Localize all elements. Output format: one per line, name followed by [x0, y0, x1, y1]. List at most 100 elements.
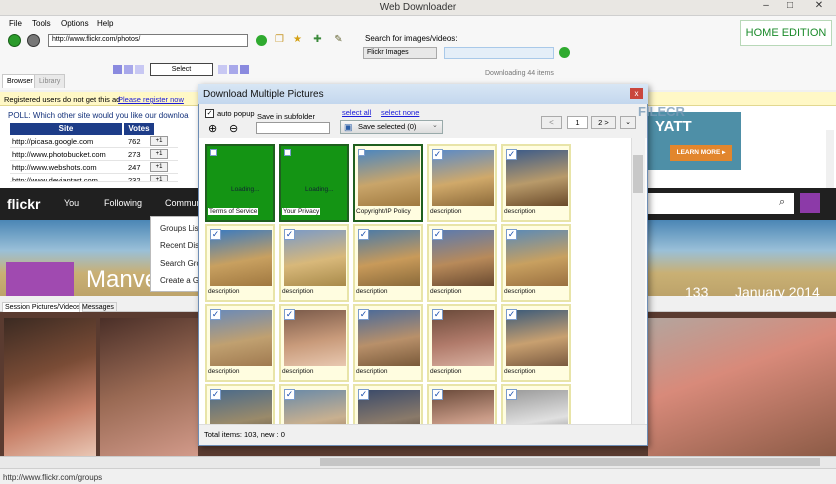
select-checkbox[interactable]: ✓: [506, 309, 517, 320]
select-checkbox[interactable]: ✓: [506, 149, 517, 160]
dialog-close-icon[interactable]: x: [630, 88, 643, 99]
picture-thumbnail[interactable]: [358, 150, 420, 206]
star-icon[interactable]: ★: [292, 34, 303, 46]
vote-button[interactable]: +1: [150, 162, 168, 172]
menu-file[interactable]: File: [9, 19, 22, 28]
chevron-down-icon[interactable]: ⌄: [432, 121, 438, 129]
dropdown-item[interactable]: Recent Dis: [160, 241, 199, 250]
select-checkbox[interactable]: ✓: [432, 389, 443, 400]
select-checkbox[interactable]: ✓: [284, 229, 295, 240]
back-icon[interactable]: [8, 34, 21, 47]
picture-cell[interactable]: ✓ description: [501, 304, 571, 382]
picture-cell[interactable]: ✓ description: [205, 224, 275, 302]
url-input[interactable]: http://www.flickr.com/photos/: [48, 34, 248, 47]
select-checkbox[interactable]: ✓: [432, 149, 443, 160]
register-link[interactable]: Please register now: [118, 95, 184, 104]
auto-popup-checkbox[interactable]: ✓: [205, 109, 214, 118]
nav-following[interactable]: Following: [104, 198, 142, 208]
ad-learn-more-button[interactable]: LEARN MORE ▸: [670, 145, 732, 161]
picture-cell[interactable]: ✓ description: [427, 224, 497, 302]
select-checkbox[interactable]: ✓: [210, 229, 221, 240]
select-checkbox[interactable]: ✓: [358, 389, 369, 400]
dropdown-item[interactable]: Create a G: [160, 276, 199, 285]
search-icon[interactable]: ⌕: [779, 196, 785, 209]
select-checkbox[interactable]: [358, 149, 365, 156]
tab-browser[interactable]: Browser: [2, 74, 38, 88]
horizontal-scroll-thumb[interactable]: [320, 458, 820, 466]
vote-button[interactable]: +1: [150, 136, 168, 146]
tool-icon[interactable]: ✎: [333, 34, 344, 46]
select-checkbox[interactable]: ✓: [284, 309, 295, 320]
select-checkbox[interactable]: ✓: [506, 389, 517, 400]
session-photo[interactable]: [100, 318, 198, 456]
stop-icon[interactable]: [27, 34, 40, 47]
close-button[interactable]: ✕: [802, 0, 836, 14]
picture-cell[interactable]: ✓ description: [353, 224, 423, 302]
select-left-icon[interactable]: [113, 65, 122, 74]
search-input[interactable]: [444, 47, 554, 59]
subfolder-input[interactable]: [256, 122, 330, 134]
picture-cell[interactable]: ✓ description: [205, 304, 275, 382]
select-left-icon-2[interactable]: [124, 65, 133, 74]
picture-thumbnail[interactable]: [210, 150, 272, 206]
select-checkbox[interactable]: ✓: [210, 309, 221, 320]
picture-cell[interactable]: ✓ description: [279, 224, 349, 302]
dropdown-item[interactable]: Search Gro: [160, 259, 201, 268]
grid-scroll-thumb[interactable]: [633, 155, 643, 193]
picture-cell[interactable]: Loading... Your Privacy: [279, 144, 349, 222]
plugin-icon[interactable]: ✚: [312, 34, 323, 46]
save-selected-button[interactable]: Save selected (0): [340, 120, 443, 134]
select-left-icon-3[interactable]: [135, 65, 144, 74]
picture-cell[interactable]: ✓ description: [501, 144, 571, 222]
more-pages-icon[interactable]: ⌄: [620, 116, 636, 129]
select-checkbox[interactable]: ✓: [358, 229, 369, 240]
select-none-link[interactable]: select none: [381, 108, 419, 117]
picture-cell[interactable]: ✓: [501, 384, 571, 424]
select-checkbox[interactable]: ✓: [432, 309, 443, 320]
picture-cell[interactable]: ✓: [427, 384, 497, 424]
select-checkbox[interactable]: ✓: [358, 309, 369, 320]
nav-community[interactable]: Commun: [165, 198, 202, 208]
picture-thumbnail[interactable]: [284, 150, 346, 206]
select-checkbox[interactable]: ✓: [506, 229, 517, 240]
nav-you[interactable]: You: [64, 198, 79, 208]
select-button[interactable]: Select: [150, 63, 213, 76]
select-checkbox[interactable]: [210, 149, 217, 156]
menu-tools[interactable]: Tools: [32, 19, 51, 28]
search-source-select[interactable]: Flickr Images: [363, 47, 437, 59]
picture-cell[interactable]: Copyright/IP Policy: [353, 144, 423, 222]
session-photo[interactable]: [4, 318, 96, 456]
zoom-in-icon[interactable]: ⊕: [208, 122, 217, 135]
picture-cell[interactable]: ✓ description: [427, 144, 497, 222]
select-right-icon[interactable]: [218, 65, 227, 74]
zoom-out-icon[interactable]: ⊖: [229, 122, 238, 135]
select-right-icon-2[interactable]: [229, 65, 238, 74]
flickr-search-input[interactable]: [646, 193, 794, 214]
picture-cell[interactable]: Loading... Terms of Service: [205, 144, 275, 222]
next-page-button[interactable]: 2 >: [591, 116, 616, 129]
select-checkbox[interactable]: ✓: [210, 389, 221, 400]
prev-page-button[interactable]: <: [541, 116, 562, 129]
select-checkbox[interactable]: ✓: [284, 389, 295, 400]
select-checkbox[interactable]: [284, 149, 291, 156]
flickr-logo[interactable]: flickr: [7, 196, 40, 212]
maximize-button[interactable]: □: [778, 0, 802, 14]
dropdown-item[interactable]: Groups Lis: [160, 224, 199, 233]
minimize-button[interactable]: –: [754, 0, 778, 14]
go-icon[interactable]: [256, 35, 267, 46]
session-photo[interactable]: [648, 318, 836, 456]
picture-cell[interactable]: ✓ description: [279, 304, 349, 382]
select-checkbox[interactable]: ✓: [432, 229, 443, 240]
search-go-icon[interactable]: [559, 47, 570, 58]
copy-icon[interactable]: ❐: [274, 34, 285, 46]
menu-options[interactable]: Options: [61, 19, 89, 28]
vote-button[interactable]: +1: [150, 149, 168, 159]
picture-cell[interactable]: ✓: [205, 384, 275, 424]
picture-cell[interactable]: ✓ description: [427, 304, 497, 382]
picture-cell[interactable]: ✓ description: [353, 304, 423, 382]
vote-button[interactable]: +1: [150, 175, 168, 181]
avatar[interactable]: [800, 193, 820, 213]
select-right-icon-3[interactable]: [240, 65, 249, 74]
picture-cell[interactable]: ✓: [279, 384, 349, 424]
picture-cell[interactable]: ✓: [353, 384, 423, 424]
